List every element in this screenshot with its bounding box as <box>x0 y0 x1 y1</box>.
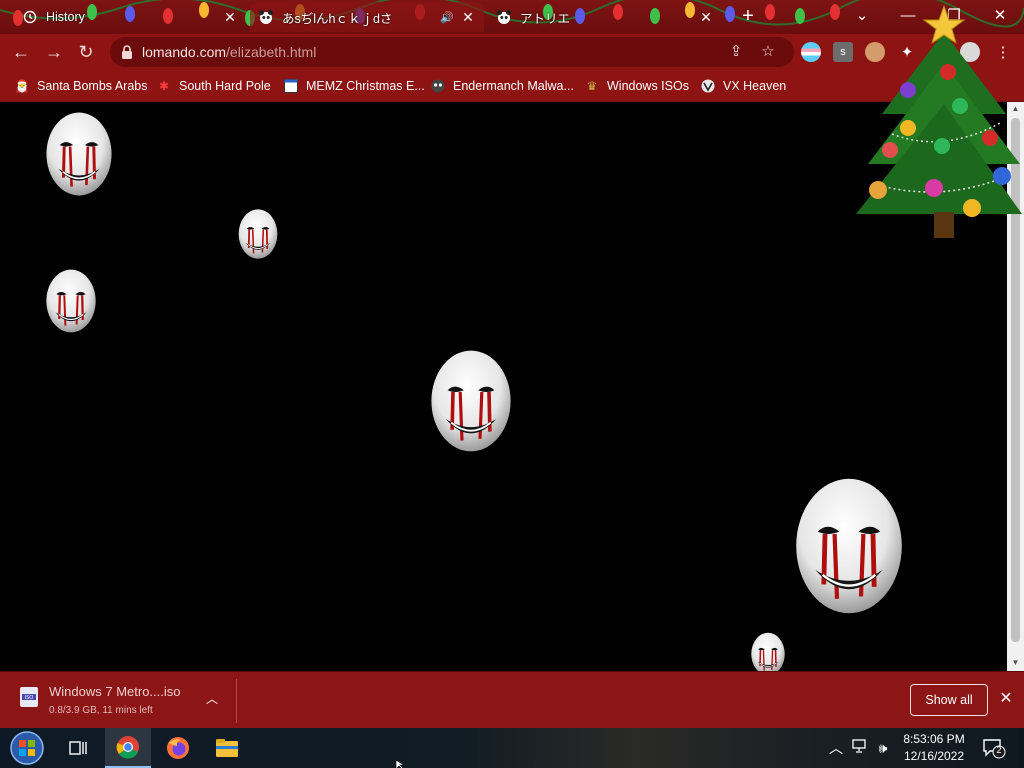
bookmark-star-icon[interactable]: ☆ <box>758 42 778 62</box>
windows-start-orb-icon[interactable] <box>8 730 46 766</box>
chevron-up-icon[interactable]: ︿ <box>202 689 222 709</box>
bookmark-santa-bombs-arabs[interactable]: 🎅 Santa Bombs Arabs <box>14 76 148 96</box>
close-download-shelf-icon[interactable]: ✕ <box>996 689 1016 709</box>
santa-icon: 🎅 <box>14 79 30 93</box>
tab-close-icon[interactable]: ✕ <box>698 9 714 25</box>
s-extension-icon[interactable]: s <box>833 42 853 62</box>
memz-window-icon <box>283 78 299 94</box>
url-text[interactable]: lomando.com/elizabeth.html <box>142 44 316 60</box>
back-arrow-icon[interactable]: ← <box>9 40 33 64</box>
bookmark-label: VX Heaven <box>723 79 787 93</box>
svg-text:ISO: ISO <box>25 695 34 701</box>
bookmark-windows-isos[interactable]: ♛ Windows ISOs <box>584 76 689 96</box>
clock-time: 8:53:06 PM <box>903 732 965 746</box>
notification-count-badge: 2 <box>996 745 1002 755</box>
mouse-cursor-icon <box>396 760 406 768</box>
vx-heaven-icon <box>700 78 716 94</box>
firefox-taskbar-icon[interactable] <box>155 728 201 768</box>
bookmark-label: MEMZ Christmas E... <box>306 79 425 93</box>
flag-extension-icon[interactable] <box>801 42 821 62</box>
url-path: /elizabeth.html <box>226 44 317 60</box>
bookmark-vx-heaven[interactable]: VX Heaven <box>700 76 786 96</box>
tab-active-page[interactable]: あsぢlんhｃｋｊdさ 🔊 ✕ <box>250 2 484 32</box>
file-explorer-taskbar-icon[interactable] <box>204 728 250 768</box>
bookmark-memz-christmas[interactable]: MEMZ Christmas E... <box>283 76 425 96</box>
bookmark-label: Endermanch Malwa... <box>453 79 574 93</box>
notification-center-icon[interactable]: 2 <box>982 738 1006 760</box>
show-all-button[interactable]: Show all <box>910 684 988 716</box>
s-extension-label: s <box>840 46 846 58</box>
history-clock-icon <box>22 9 38 25</box>
lock-icon[interactable] <box>120 44 134 60</box>
bookmark-label: Santa Bombs Arabs <box>37 79 148 93</box>
volume-icon[interactable]: 🕪 <box>873 738 893 758</box>
download-shelf: ISO Windows 7 Metro....iso 0.8/3.9 GB, 1… <box>0 671 1024 728</box>
panda-favicon-icon <box>496 9 512 25</box>
download-filename[interactable]: Windows 7 Metro....iso <box>49 684 181 699</box>
chrome-taskbar-icon[interactable] <box>105 728 151 768</box>
panda-favicon-icon <box>258 9 274 25</box>
bleeding-mask-image <box>426 340 516 462</box>
bleeding-mask-image <box>43 264 99 338</box>
tab-label: あsぢlんhｃｋｊdさ <box>282 11 393 26</box>
share-icon[interactable]: ⇪ <box>726 42 746 62</box>
task-view-icon[interactable] <box>55 728 101 768</box>
bleeding-mask-image <box>236 205 280 263</box>
new-tab-button[interactable]: + <box>738 6 758 27</box>
download-status: 0.8/3.9 GB, 11 mins left <box>49 705 153 716</box>
tab-atelier[interactable]: アトリエ ✕ <box>488 2 722 32</box>
windows-isos-icon: ♛ <box>586 79 598 93</box>
reload-icon[interactable]: ↻ <box>74 40 98 64</box>
bleeding-mask-image <box>789 464 909 628</box>
clock-date: 12/16/2022 <box>903 749 965 763</box>
bookmark-label: South Hard Pole <box>179 79 271 93</box>
show-hidden-icons-chevron-icon[interactable]: ︿ <box>826 738 846 758</box>
forward-arrow-icon[interactable]: → <box>42 40 66 64</box>
network-icon[interactable] <box>850 738 870 758</box>
bleeding-mask-image <box>749 629 787 671</box>
address-bar[interactable]: lomando.com/elizabeth.html ⇪ ☆ <box>110 37 794 67</box>
windows-taskbar: ︿ 🕪 8:53:06 PM 12/16/2022 2 <box>0 728 1024 768</box>
speaker-audio-icon[interactable]: 🔊 <box>440 11 454 24</box>
tab-label: History <box>46 10 85 24</box>
desktop-screen: History ✕ あsぢlんhｃｋｊdさ 🔊 ✕ アトリエ ✕ + ⌄ — ❐… <box>0 0 1024 768</box>
tab-label: アトリエ <box>520 11 571 26</box>
download-divider <box>236 679 237 723</box>
red-star-icon: ✱ <box>158 79 170 93</box>
bookmark-label: Windows ISOs <box>607 79 689 93</box>
tab-history[interactable]: History ✕ <box>14 2 246 32</box>
taskbar-clock[interactable]: 8:53:06 PM 12/16/2022 <box>900 731 968 765</box>
bleeding-mask-image <box>42 104 116 204</box>
bookmark-endermanch-malware[interactable]: Endermanch Malwa... <box>430 76 574 96</box>
tab-close-icon[interactable]: ✕ <box>460 9 476 25</box>
christmas-tree-decoration <box>856 4 1022 238</box>
endermanch-icon <box>430 78 446 94</box>
url-host: lomando.com <box>142 44 227 60</box>
scroll-down-arrow-icon[interactable]: ▼ <box>1007 656 1024 670</box>
bookmark-south-hard-pole[interactable]: ✱ South Hard Pole <box>156 76 271 96</box>
tab-close-icon[interactable]: ✕ <box>222 9 238 25</box>
iso-file-icon[interactable]: ISO <box>18 686 40 708</box>
